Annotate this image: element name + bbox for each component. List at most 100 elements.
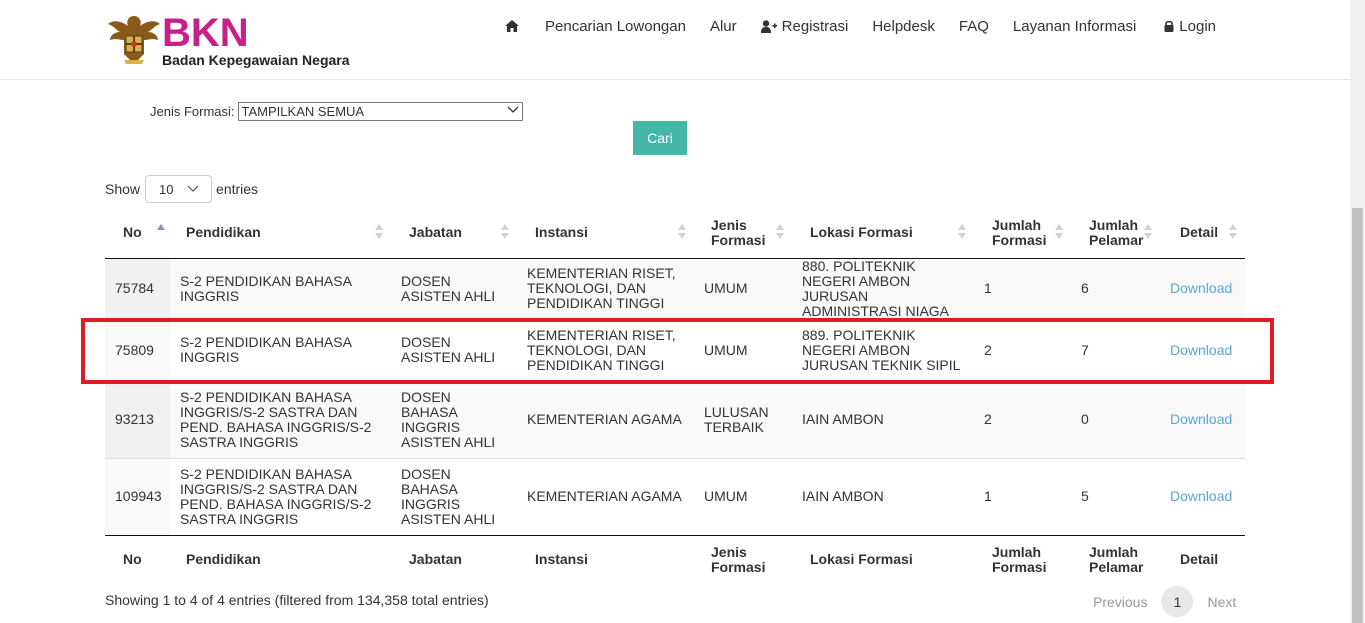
page-scrollbar[interactable] <box>1350 0 1365 623</box>
column-label: Jumlah Formasi <box>992 216 1047 248</box>
nav-label: Registrasi <box>781 17 849 35</box>
cari-button[interactable]: Cari <box>633 121 687 155</box>
column-header-pendidikan[interactable]: Pendidikan <box>170 208 391 259</box>
download-link[interactable]: Download <box>1170 342 1232 358</box>
entries-length-control: Show 10 entries <box>105 175 258 203</box>
filter-label: Jenis Formasi: <box>150 104 235 119</box>
footer-jabatan: Jabatan <box>391 534 517 584</box>
cell-lokasi-formasi: 889. POLITEKNIK NEGERI AMBON JURUSAN TEK… <box>792 318 974 381</box>
table-row: 109943 S-2 PENDIDIKAN BAHASA INGGRIS/S-2… <box>105 457 1245 535</box>
column-label: Jabatan <box>409 224 462 241</box>
cell-jabatan: DOSEN BAHASA INGGRIS ASISTEN AHLI <box>391 457 517 535</box>
download-link[interactable]: Download <box>1170 411 1232 427</box>
cell-lokasi-formasi: 880. POLITEKNIK NEGERI AMBON JURUSAN ADM… <box>792 258 974 319</box>
sort-icon <box>776 224 784 240</box>
cell-jumlah-pelamar: 5 <box>1071 457 1160 535</box>
site-header: BKN Badan Kepegawaian Negara Pencarian L… <box>0 0 1350 80</box>
nav-home[interactable] <box>505 20 519 32</box>
column-header-instansi[interactable]: Instansi <box>517 208 694 259</box>
sort-ascending-icon <box>157 224 165 240</box>
nav-registrasi[interactable]: Registrasi <box>760 17 849 35</box>
next-button[interactable]: Next <box>1199 594 1244 610</box>
cell-no: 75809 <box>105 318 170 381</box>
cell-pendidikan: S-2 PENDIDIKAN BAHASA INGGRIS <box>170 318 391 381</box>
nav-layanan-informasi[interactable]: Layanan Informasi <box>1013 18 1136 35</box>
nav-label: Pencarian Lowongan <box>545 17 686 35</box>
nav-label: Login <box>1179 17 1216 35</box>
column-label: Jumlah Pelamar <box>1089 216 1144 248</box>
nav-faq[interactable]: FAQ <box>959 18 989 35</box>
column-header-jenis-formasi[interactable]: Jenis Formasi <box>694 208 792 259</box>
nav-label: Helpdesk <box>872 17 935 35</box>
formasi-table: No Pendidikan Jabatan Instansi Jenis For… <box>105 208 1245 584</box>
logo-title: BKN <box>162 11 249 55</box>
sort-icon <box>1144 224 1152 240</box>
nav-pencarian-lowongan[interactable]: Pencarian Lowongan <box>545 18 686 35</box>
footer-jumlah-formasi: Jumlah Formasi <box>974 534 1071 584</box>
column-header-lokasi-formasi[interactable]: Lokasi Formasi <box>792 208 974 259</box>
cell-instansi: KEMENTERIAN AGAMA <box>517 457 694 535</box>
main-nav: Pencarian Lowongan Alur Registrasi Helpd… <box>505 16 1240 36</box>
scrollbar-thumb[interactable] <box>1352 208 1363 623</box>
column-header-detail[interactable]: Detail <box>1160 208 1245 259</box>
cell-pendidikan: S-2 PENDIDIKAN BAHASA INGGRIS <box>170 258 391 319</box>
home-icon <box>505 20 519 32</box>
column-label: Pendidikan <box>186 224 261 241</box>
previous-button[interactable]: Previous <box>1085 594 1155 610</box>
column-label: No <box>123 224 142 241</box>
entries-per-page-select[interactable]: 10 <box>145 175 213 203</box>
footer-lokasi-formasi: Lokasi Formasi <box>792 534 974 584</box>
nav-helpdesk[interactable]: Helpdesk <box>872 18 935 35</box>
table-row: 93213 S-2 PENDIDIKAN BAHASA INGGRIS/S-2 … <box>105 380 1245 458</box>
cell-detail: Download <box>1160 380 1245 458</box>
pagination: Previous 1 Next <box>1085 586 1244 617</box>
sort-icon <box>678 224 686 240</box>
cell-detail: Download <box>1160 457 1245 535</box>
download-link[interactable]: Download <box>1170 488 1232 504</box>
footer-instansi: Instansi <box>517 534 694 584</box>
bkn-logo[interactable]: BKN Badan Kepegawaian Negara <box>106 10 366 70</box>
cell-no: 109943 <box>105 457 170 535</box>
nav-label: FAQ <box>958 17 989 35</box>
cell-jabatan: DOSEN ASISTEN AHLI <box>391 318 517 381</box>
nav-login[interactable]: Login <box>1164 18 1216 35</box>
footer-detail: Detail <box>1160 534 1245 584</box>
jenis-formasi-filter: Jenis Formasi: TAMPILKAN SEMUA <box>150 102 523 121</box>
cell-detail: Download <box>1160 258 1245 319</box>
cell-pendidikan: S-2 PENDIDIKAN BAHASA INGGRIS/S-2 SASTRA… <box>170 457 391 535</box>
cell-jumlah-formasi: 2 <box>974 318 1071 381</box>
cell-no: 93213 <box>105 380 170 458</box>
nav-label: Alur <box>709 17 737 35</box>
table-row: 75809 S-2 PENDIDIKAN BAHASA INGGRIS DOSE… <box>105 318 1245 381</box>
cell-instansi: KEMENTERIAN RISET, TEKNOLOGI, DAN PENDID… <box>517 318 694 381</box>
column-header-no[interactable]: No <box>105 208 170 259</box>
cell-instansi: KEMENTERIAN RISET, TEKNOLOGI, DAN PENDID… <box>517 258 694 319</box>
column-label: Detail <box>1180 224 1219 241</box>
cell-jenis-formasi: UMUM <box>694 457 792 535</box>
footer-pendidikan: Pendidikan <box>170 534 391 584</box>
footer-jumlah-pelamar: Jumlah Pelamar <box>1071 534 1160 584</box>
sort-icon <box>1055 224 1063 240</box>
chevron-down-icon <box>187 185 199 192</box>
download-link[interactable]: Download <box>1170 280 1232 296</box>
user-plus-icon <box>760 19 777 33</box>
page-1-button[interactable]: 1 <box>1161 586 1194 617</box>
cell-jumlah-pelamar: 7 <box>1071 318 1160 381</box>
column-header-jabatan[interactable]: Jabatan <box>391 208 517 259</box>
jenis-formasi-select[interactable]: TAMPILKAN SEMUA <box>237 102 523 121</box>
cell-jumlah-formasi: 1 <box>974 457 1071 535</box>
column-label: Instansi <box>535 224 588 241</box>
select-value: TAMPILKAN SEMUA <box>241 104 365 119</box>
column-header-jumlah-pelamar[interactable]: Jumlah Pelamar <box>1071 208 1160 259</box>
cell-pendidikan: S-2 PENDIDIKAN BAHASA INGGRIS/S-2 SASTRA… <box>170 380 391 458</box>
length-suffix: entries <box>216 181 259 197</box>
cell-lokasi-formasi: IAIN AMBON <box>792 380 974 458</box>
garuda-emblem-icon <box>108 16 160 64</box>
table-header-row: No Pendidikan Jabatan Instansi Jenis For… <box>105 208 1245 259</box>
nav-alur[interactable]: Alur <box>710 18 737 35</box>
cell-jabatan: DOSEN ASISTEN AHLI <box>391 258 517 319</box>
logo-subtitle: Badan Kepegawaian Negara <box>162 52 350 68</box>
column-header-jumlah-formasi[interactable]: Jumlah Formasi <box>974 208 1071 259</box>
table-info: Showing 1 to 4 of 4 entries (filtered fr… <box>105 592 489 608</box>
nav-label: Layanan Informasi <box>1012 17 1137 35</box>
